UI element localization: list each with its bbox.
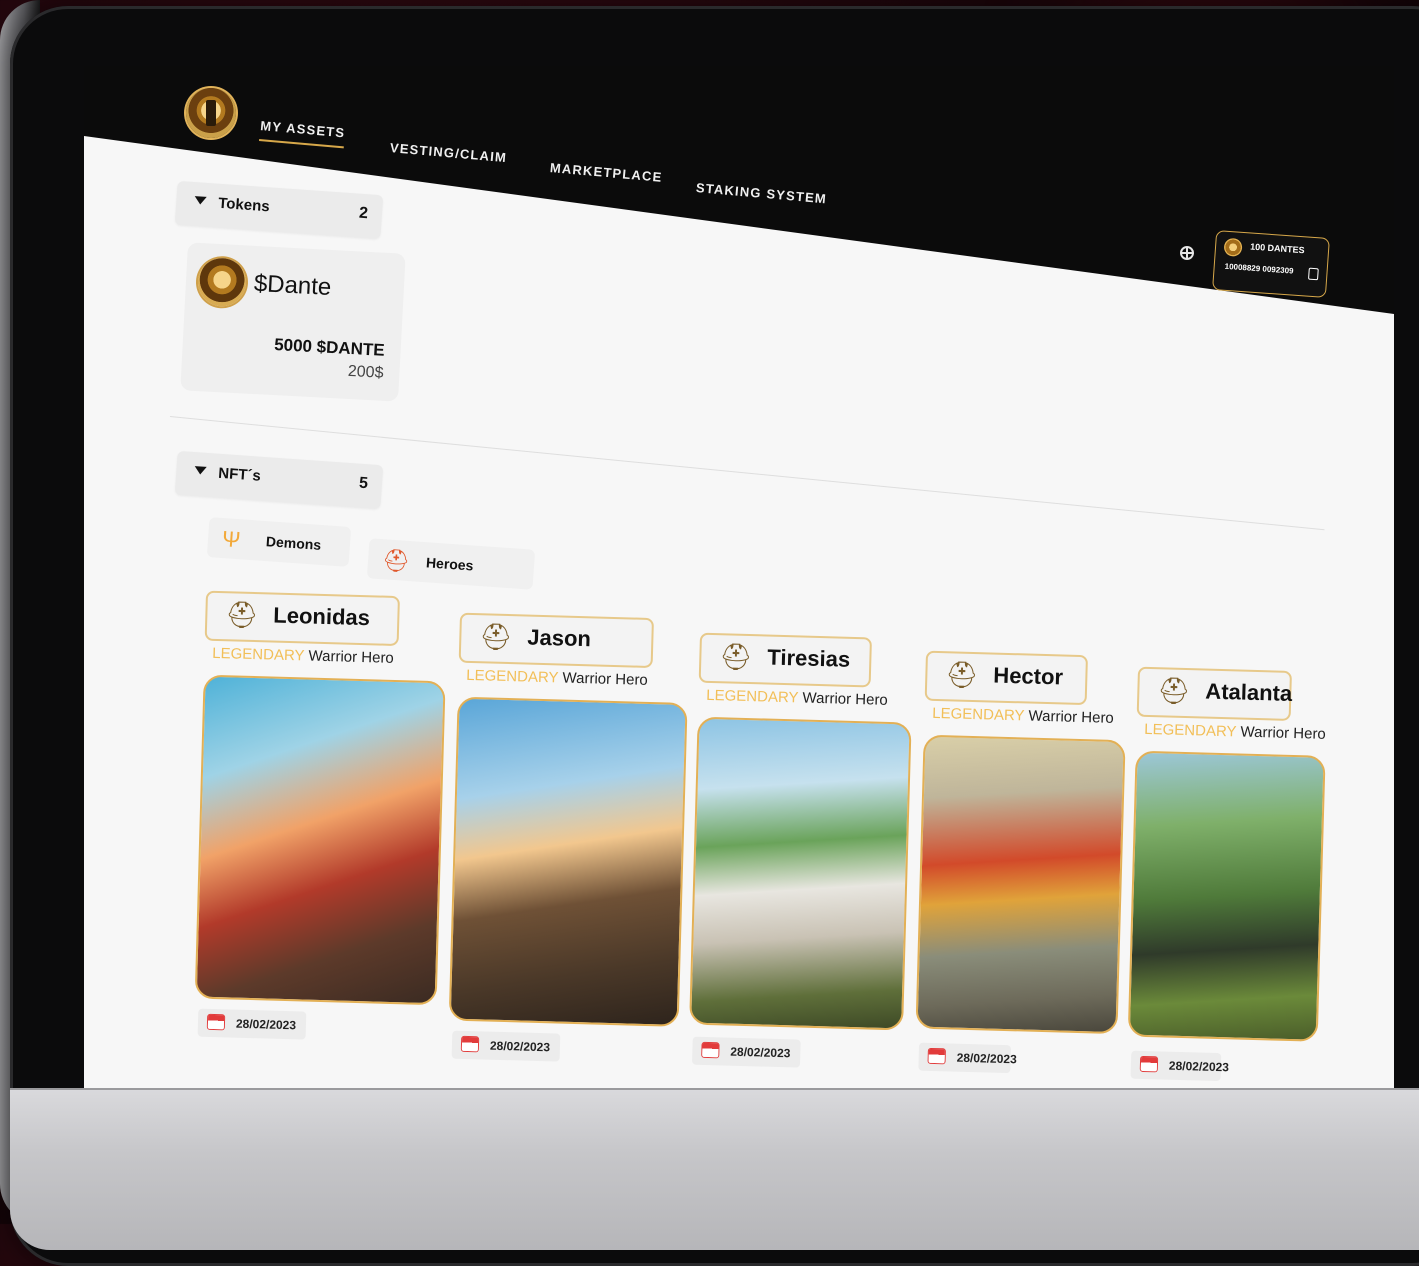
rarity-label: LEGENDARY bbox=[1144, 720, 1237, 741]
nft-name: Tiresias bbox=[767, 644, 851, 672]
nft-card-tiresias[interactable]: ⛑ Tiresias LEGENDARY Warrior Hero 28/02/2… bbox=[689, 632, 940, 1068]
nfts-label: NFT´s bbox=[217, 464, 262, 485]
nft-date: 28/02/2023 bbox=[197, 1008, 307, 1040]
nft-rarity: LEGENDARY Warrior Hero bbox=[1144, 721, 1326, 743]
nft-rarity: LEGENDARY Warrior Hero bbox=[932, 705, 1114, 727]
dante-logo[interactable] bbox=[186, 88, 236, 138]
rarity-label: LEGENDARY bbox=[706, 686, 799, 707]
nft-date: 28/02/2023 bbox=[1130, 1050, 1229, 1082]
rarity-label: LEGENDARY bbox=[212, 644, 305, 665]
nft-artwork[interactable] bbox=[448, 696, 688, 1027]
nft-date-text: 28/02/2023 bbox=[235, 1016, 297, 1033]
nft-name-plate: ⛑ Jason bbox=[458, 612, 654, 669]
nft-date-text: 28/02/2023 bbox=[489, 1038, 551, 1055]
calendar-icon bbox=[702, 1042, 719, 1058]
collapse-caret-icon bbox=[194, 196, 207, 205]
monitor-frame: MY ASSETS VESTING/CLAIM MARKETPLACE STAK… bbox=[0, 0, 1419, 1266]
nft-artwork[interactable] bbox=[1127, 750, 1326, 1042]
globe-icon[interactable] bbox=[1180, 246, 1194, 260]
filter-heroes-label: Heroes bbox=[425, 554, 474, 574]
rarity-label: LEGENDARY bbox=[932, 704, 1025, 725]
nft-name: Leonidas bbox=[273, 602, 371, 631]
calendar-icon bbox=[928, 1048, 945, 1064]
filter-demons-label: Demons bbox=[265, 533, 322, 553]
nft-card-atalanta[interactable]: ⛑ Atalanta LEGENDARY Warrior Hero 28/02/2… bbox=[1127, 666, 1378, 1082]
monitor-chin bbox=[10, 1088, 1419, 1250]
nft-card-leonidas[interactable]: ⛑ Leonidas LEGENDARY Warrior Hero 28/02/2… bbox=[194, 590, 446, 1040]
app-screen: MY ASSETS VESTING/CLAIM MARKETPLACE STAK… bbox=[84, 66, 1394, 1088]
filter-heroes[interactable]: ⛑ Heroes bbox=[366, 538, 536, 590]
nft-date-text: 28/02/2023 bbox=[730, 1044, 791, 1061]
helmet-icon: ⛑ bbox=[381, 547, 411, 575]
dante-token-icon bbox=[196, 257, 248, 308]
token-name: $Dante bbox=[253, 269, 332, 301]
nft-date: 28/02/2023 bbox=[451, 1030, 561, 1062]
spartan-helmet-icon: ⛑ bbox=[944, 659, 979, 691]
spartan-helmet-icon: ⛑ bbox=[224, 599, 259, 631]
nft-name-plate: ⛑ Leonidas bbox=[204, 590, 400, 647]
nfts-section-header[interactable]: NFT´s 5 bbox=[174, 450, 384, 510]
nft-name-plate: ⛑ Atalanta bbox=[1136, 666, 1293, 721]
spartan-helmet-icon: ⛑ bbox=[718, 641, 753, 673]
nft-date-text: 28/02/2023 bbox=[1168, 1058, 1230, 1075]
nft-class: Warrior Hero bbox=[1028, 707, 1115, 727]
calendar-icon bbox=[207, 1014, 225, 1030]
token-usd-value: 200$ bbox=[347, 362, 384, 382]
nft-card-hector[interactable]: ⛑ Hector LEGENDARY Warrior Hero 28/02/202… bbox=[915, 650, 1166, 1074]
nft-card-jason[interactable]: ⛑ Jason LEGENDARY Warrior Hero 28/02/2023 bbox=[448, 612, 700, 1062]
spartan-helmet-icon: ⛑ bbox=[1156, 675, 1191, 707]
token-card-dante[interactable]: $Dante 5000 $DANTE 200$ bbox=[180, 242, 406, 402]
nfts-count: 5 bbox=[358, 474, 369, 493]
nft-name: Atalanta bbox=[1205, 678, 1293, 706]
nft-class: Warrior Hero bbox=[562, 669, 649, 689]
nft-class: Warrior Hero bbox=[1240, 723, 1327, 743]
calendar-icon bbox=[1140, 1056, 1158, 1072]
nft-date: 28/02/2023 bbox=[691, 1036, 801, 1068]
nft-class: Warrior Hero bbox=[308, 647, 395, 667]
nft-artwork[interactable] bbox=[689, 716, 912, 1031]
dante-coin-icon bbox=[1223, 237, 1243, 257]
collapse-caret-icon bbox=[194, 466, 207, 475]
wallet-badge[interactable]: 100 DANTES 10008829 0092309 bbox=[1212, 230, 1330, 298]
calendar-icon bbox=[461, 1036, 479, 1052]
nft-rarity: LEGENDARY Warrior Hero bbox=[212, 645, 394, 667]
tokens-section-header[interactable]: Tokens 2 bbox=[174, 180, 384, 240]
filter-demons[interactable]: Ψ Demons bbox=[206, 517, 352, 567]
token-amount: 5000 $DANTE bbox=[273, 335, 386, 360]
spartan-helmet-icon: ⛑ bbox=[478, 621, 513, 653]
nft-rarity: LEGENDARY Warrior Hero bbox=[706, 687, 888, 709]
wallet-address: 10008829 0092309 bbox=[1224, 261, 1294, 276]
nft-artwork[interactable] bbox=[915, 734, 1126, 1035]
nft-date: 28/02/2023 bbox=[918, 1042, 1017, 1074]
rarity-label: LEGENDARY bbox=[466, 666, 559, 687]
nft-artwork[interactable] bbox=[194, 674, 446, 1006]
copy-icon[interactable] bbox=[1308, 267, 1319, 281]
tokens-label: Tokens bbox=[217, 194, 271, 216]
nft-name-plate: ⛑ Hector bbox=[924, 650, 1088, 706]
nft-name-plate: ⛑ Tiresias bbox=[698, 632, 872, 688]
nft-rarity: LEGENDARY Warrior Hero bbox=[466, 667, 648, 689]
nft-date-text: 28/02/2023 bbox=[956, 1050, 1017, 1067]
trident-icon: Ψ bbox=[221, 526, 242, 553]
nft-class: Warrior Hero bbox=[802, 689, 889, 709]
wallet-balance: 100 DANTES bbox=[1249, 241, 1305, 256]
nft-name: Jason bbox=[527, 624, 592, 652]
nft-name: Hector bbox=[993, 662, 1064, 690]
tokens-count: 2 bbox=[358, 204, 369, 223]
